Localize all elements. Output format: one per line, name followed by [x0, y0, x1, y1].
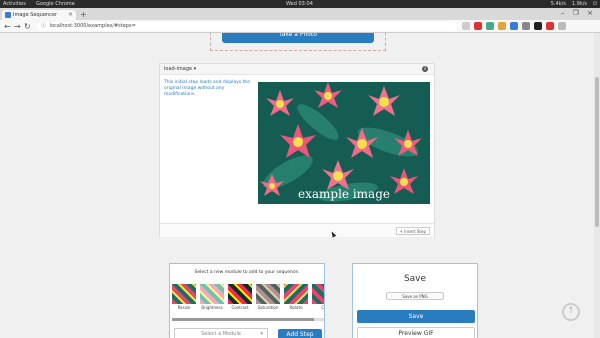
address-bar[interactable]: ⓘ localhost:3000/examples/#steps=: [37, 22, 457, 31]
module-contrast-icon: [228, 284, 252, 304]
power-icon[interactable]: ⏻: [593, 0, 597, 8]
lock-icon: ⓘ: [41, 23, 47, 29]
back-arrow-icon[interactable]: ←: [4, 21, 11, 32]
system-tray[interactable]: 5.4k/s 1.9k/s ⏻: [551, 0, 597, 8]
url-text: localhost:3000/examples/#steps=: [49, 23, 136, 29]
scroll-thumb[interactable]: [172, 318, 314, 321]
module-label: Saturation: [257, 305, 279, 310]
tab-close-icon[interactable]: ×: [68, 10, 73, 20]
step-image[interactable]: example image: [258, 82, 430, 204]
preview-gif-button[interactable]: Preview GIF: [357, 327, 475, 338]
module-thumbnails[interactable]: Resize Brightness Contrast Saturation Ro…: [172, 284, 324, 310]
module-thumb-brightness[interactable]: Brightness: [200, 284, 224, 310]
info-icon[interactable]: i: [422, 66, 428, 72]
step-card-load-image: load-image ▾ i This initial step loads a…: [159, 63, 435, 237]
window-controls[interactable]: – ❐ ×: [561, 9, 596, 17]
net-down-rate: 5.4k/s: [550, 1, 566, 7]
module-rotate-icon: [284, 284, 308, 304]
net-up-rate: 1.9k/s: [571, 1, 588, 7]
insert-step-button[interactable]: + Insert Step: [395, 227, 430, 235]
module-thumb-contrast[interactable]: Contrast: [228, 284, 252, 310]
extension-icon[interactable]: [486, 22, 494, 30]
page-scroll-thumb[interactable]: [595, 77, 599, 227]
extension-icon[interactable]: [534, 22, 542, 30]
take-photo-button[interactable]: Take a Photo: [222, 33, 374, 43]
extension-icon[interactable]: [510, 22, 518, 30]
add-step-button[interactable]: Add Step: [278, 329, 322, 338]
page-scrollbar[interactable]: [594, 33, 600, 338]
module-thumb-resize[interactable]: Resize: [172, 284, 196, 310]
clock[interactable]: Wed 03:04: [286, 0, 313, 8]
extension-icon[interactable]: [498, 22, 506, 30]
module-saturation-icon: [256, 284, 280, 304]
module-label: Resize: [177, 305, 191, 310]
save-title: Save: [403, 274, 427, 284]
save-format-select[interactable]: Save as PNG: [386, 292, 444, 300]
activities-button[interactable]: Activities: [3, 0, 26, 8]
module-label: Brightness: [201, 305, 223, 310]
module-thumb-saturation[interactable]: Saturation: [256, 284, 280, 310]
module-label: Rotate: [289, 305, 303, 310]
tab-title: Image Sequencer: [13, 12, 57, 18]
tab-image-sequencer[interactable]: Image Sequencer ×: [2, 10, 76, 20]
browser-toolbar: ← → ↻ ⓘ localhost:3000/examples/#steps=: [0, 20, 600, 33]
app-menu[interactable]: Google Chrome: [36, 0, 75, 8]
module-thumb-rotate[interactable]: Rotate: [284, 284, 308, 310]
add-module-panel: Select a new module to add to your seque…: [169, 263, 325, 338]
module-channel-icon: [312, 284, 324, 304]
menu-dots-icon[interactable]: [558, 22, 566, 30]
step-footer: + Insert Step: [160, 223, 434, 237]
scroll-to-top-icon[interactable]: ↑: [562, 303, 580, 321]
reload-icon[interactable]: ↻: [24, 21, 31, 32]
new-tab-button[interactable]: +: [80, 10, 87, 20]
chevron-down-icon: ▾: [260, 331, 263, 337]
save-button[interactable]: Save: [357, 310, 475, 323]
step-description: This initial step loads and displays the…: [164, 80, 251, 97]
module-thumb-channel[interactable]: Ch: [312, 284, 324, 310]
save-panel: Save Save as PNG Save Preview GIF: [352, 263, 478, 338]
step-header: load-image ▾ i: [160, 64, 434, 75]
module-label: Ch: [321, 305, 324, 310]
module-brightness-icon: [200, 284, 224, 304]
thumbnail-scrollbar[interactable]: [172, 318, 324, 321]
extension-icon[interactable]: [522, 22, 530, 30]
page-content: Take a Photo load-image ▾ i This initial…: [0, 33, 594, 338]
caret-down-icon[interactable]: ▾: [194, 66, 197, 72]
step-title[interactable]: load-image ▾: [164, 66, 196, 72]
extension-icons: [462, 22, 566, 30]
tab-strip: Image Sequencer × + – ❐ ×: [0, 8, 600, 20]
module-select[interactable]: Select a Module ▾: [174, 328, 268, 338]
image-caption: example image: [298, 187, 390, 201]
os-top-bar: Activities Google Chrome Wed 03:04 5.4k/…: [0, 0, 600, 8]
module-hint: Select a new module to add to your seque…: [194, 270, 300, 275]
extension-icon[interactable]: [474, 22, 482, 30]
module-resize-icon: [172, 284, 196, 304]
extension-icon[interactable]: [546, 22, 554, 30]
favicon-icon: [5, 12, 11, 18]
star-icon[interactable]: [462, 22, 470, 30]
select-placeholder: Select a Module: [201, 331, 241, 337]
forward-arrow-icon[interactable]: →: [14, 21, 21, 32]
module-label: Contrast: [231, 305, 249, 310]
